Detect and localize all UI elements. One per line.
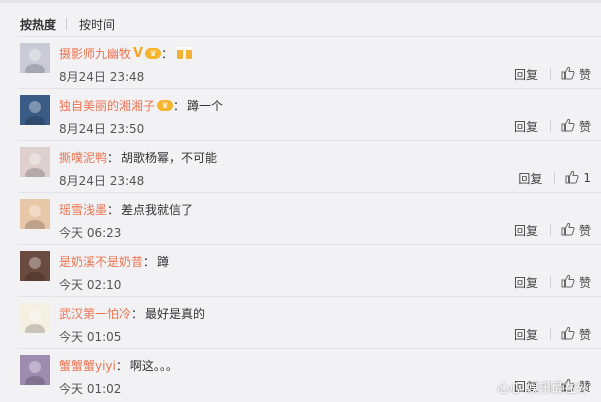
colon: ： [143,254,156,269]
action-divider [549,276,551,288]
username-link[interactable]: 独自美丽的湘湘子 [59,97,155,114]
like-button[interactable]: 赞 [561,118,591,135]
reply-button[interactable]: 回复 [514,222,538,239]
comment-line: 撕噗泥鸭：胡歌杨幂，不可能 [59,149,217,165]
comment-actions: 回复 赞 [514,118,591,134]
comment-text: 差点我就信了 [121,202,194,217]
comment-line: 瑶雪浅墨：差点我就信了 [59,201,193,217]
comment-actions: 回复 赞 [514,66,591,82]
avatar[interactable] [20,303,50,333]
username-link[interactable]: 蟹蟹蟹yiyi [59,357,116,374]
like-label: 赞 [578,327,591,342]
colon: ： [115,358,128,373]
action-divider [549,328,551,340]
comment-text: 最好是真的 [145,306,206,321]
comment-line: 武汉第一怕冷：最好是真的 [59,305,205,321]
like-label: 赞 [578,223,591,238]
like-label: 赞 [578,119,591,134]
action-divider [549,224,551,236]
comment-item: 独自美丽的湘湘子 ♛：蹲一个 8月24日 23:50 回复 赞 [18,88,601,141]
like-button[interactable]: 赞 [561,274,591,291]
comment-line: 蟹蟹蟹yiyi：啊这。。。 [59,357,178,373]
comment-text: 蹲一个 [187,98,224,113]
reply-button[interactable]: 回复 [514,326,538,343]
action-divider [549,120,551,132]
thumbs-up-icon [561,326,579,343]
verified-icon: V [133,45,144,61]
like-label: 赞 [578,67,591,82]
avatar[interactable] [20,95,50,125]
colon: ： [107,150,120,165]
comment-line: 独自美丽的湘湘子 ♛：蹲一个 [59,97,223,113]
comment-text: 蹲 [157,254,170,269]
avatar[interactable] [20,355,50,385]
like-button[interactable]: 赞 [561,326,591,343]
avatar[interactable] [20,199,50,229]
like-button[interactable]: 赞 [561,66,591,83]
comment-time: 今天 01:02 [59,382,122,396]
thumbs-up-icon [565,170,583,187]
colon: ： [131,306,144,321]
comment-panel: 按热度 按时间 摄影师九幽牧 V ♛： 8月24日 23:48 回复赞独自美丽的湘湘子 ♛… [0,0,601,402]
like-button[interactable]: 1 [565,170,591,187]
avatar[interactable] [20,43,50,73]
like-button[interactable]: 赞 [561,222,591,239]
comment-time: 8月24日 23:48 [59,174,145,188]
reply-button[interactable]: 回复 [514,66,538,83]
like-label: 赞 [578,275,591,290]
comment-time: 今天 02:10 [59,278,122,292]
reply-button[interactable]: 回复 [518,170,542,187]
username-link[interactable]: 是奶溪不是奶昔 [59,253,143,270]
comment-line: 摄影师九幽牧 V ♛： [59,45,194,61]
action-divider [549,68,551,80]
comment-time: 今天 01:05 [59,330,122,344]
comment-line: 是奶溪不是奶昔：蹲 [59,253,169,269]
comment-time: 8月24日 23:50 [59,122,145,136]
thumbs-up-icon [561,274,579,291]
tab-divider [66,18,68,30]
watermark: 心心 娱乐最在外 [497,381,589,395]
comment-text: 啊这。。。 [129,358,178,373]
avatar[interactable] [20,147,50,177]
thumbs-up-icon [561,66,579,83]
comment-item: 武汉第一怕冷：最好是真的 今天 01:05 回复赞 [18,296,601,349]
comment-item: 是奶溪不是奶昔：蹲今天 02:10 回复赞 [18,244,601,297]
username-link[interactable]: 武汉第一怕冷 [59,305,131,322]
reply-button[interactable]: 回复 [514,274,538,291]
colon: ： [161,46,174,61]
vip-crown-icon: ♛ [157,99,174,111]
comment-item: 摄影师九幽牧 V ♛： 8月24日 23:48 回复 赞 [18,36,601,89]
colon: ： [107,202,120,217]
comment-actions: 回复 赞 [514,326,591,342]
comment-item: 瑶雪浅墨：差点我就信了 今天 06:23 回复赞 [18,192,601,245]
comment-time: 今天 06:23 [59,226,122,240]
top-divider [0,0,601,3]
comment-actions: 回复 赞 [514,222,591,238]
comment-actions: 回复 1 [518,170,591,186]
comment-text: 胡歌杨幂，不可能 [121,150,218,165]
avatar[interactable] [20,251,50,281]
sort-tabs: 按热度 按时间 [20,14,115,34]
action-divider [554,172,556,184]
comment-time: 8月24日 23:48 [59,70,145,84]
like-label: 1 [583,171,591,185]
colon: ： [173,98,186,113]
reply-button[interactable]: 回复 [514,118,538,135]
vip-crown-icon: ♛ [145,47,162,59]
username-link[interactable]: 摄影师九幽牧 [59,45,131,62]
comment-item: 撕噗泥鸭：胡歌杨幂，不可能 8月24日 23:48 回复 1 [18,140,601,193]
tab-sort-by-time[interactable]: 按时间 [79,16,115,33]
username-link[interactable]: 瑶雪浅墨 [59,201,107,218]
beer-emoji-icon [176,46,194,60]
username-link[interactable]: 撕噗泥鸭 [59,149,107,166]
thumbs-up-icon [561,222,579,239]
comment-actions: 回复 赞 [514,274,591,290]
tab-sort-by-hot[interactable]: 按热度 [20,16,56,33]
thumbs-up-icon [561,118,579,135]
